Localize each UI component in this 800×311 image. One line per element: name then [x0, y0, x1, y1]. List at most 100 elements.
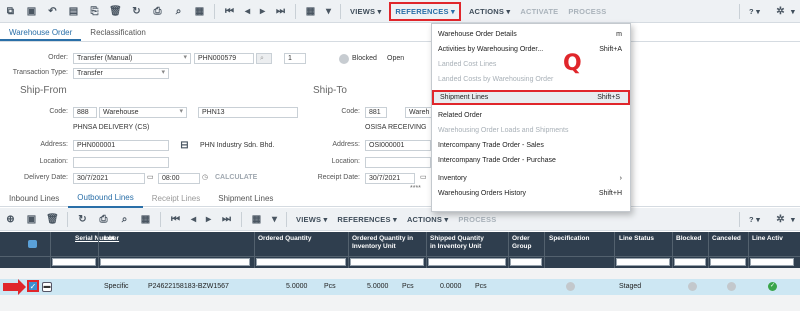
transaction-type-select[interactable]: Transfer	[73, 68, 169, 79]
col-canceled[interactable]: Canceled	[712, 235, 741, 243]
col-specification[interactable]: Specification	[549, 235, 589, 243]
calendar-icon[interactable]: ▦	[303, 4, 318, 19]
receipt-date-field[interactable]: 30/7/2021	[365, 173, 415, 184]
ship-to-code-field[interactable]: 881	[365, 107, 387, 118]
first-record-icon[interactable]: ⏮	[222, 4, 237, 19]
ship-from-type-select[interactable]: Warehouse	[99, 107, 187, 118]
ship-from-address-field[interactable]: PHN000001	[73, 140, 169, 151]
attachment-icon[interactable]: ▦	[138, 212, 153, 227]
filter-input[interactable]	[710, 258, 746, 266]
ship-from-code-field[interactable]: 888	[73, 107, 97, 118]
calendar-picker-icon[interactable]: ▭	[420, 173, 427, 181]
menu-item-warehouse-order-details[interactable]: Warehouse Order Details m	[432, 27, 630, 42]
delete-icon[interactable]: 🗑	[108, 4, 123, 19]
tab-inbound-lines[interactable]: Inbound Lines	[0, 190, 68, 207]
print-icon[interactable]: ⎙	[150, 4, 165, 19]
filter-input[interactable]	[52, 258, 96, 266]
menu-item-shipment-lines[interactable]: Shipment Lines Shift+S	[432, 90, 630, 105]
col-ordered-quantity-inventory[interactable]: Ordered Quantity in Inventory Unit	[352, 235, 420, 251]
filter-input[interactable]	[616, 258, 670, 266]
filter-input[interactable]	[428, 258, 506, 266]
chevron-down-icon[interactable]: ▾	[270, 212, 279, 227]
grid-actions-menu[interactable]: ACTIONS ▾	[407, 215, 448, 224]
tab-shipment-lines[interactable]: Shipment Lines	[209, 190, 282, 207]
calculate-button[interactable]: CALCULATE	[215, 174, 257, 181]
ship-to-address-field[interactable]: OSI000001	[365, 140, 431, 151]
delivery-time-field[interactable]: 08:00	[158, 173, 200, 184]
refresh-icon[interactable]: ↻	[129, 4, 144, 19]
grid-process-button[interactable]: PROCESS	[458, 215, 496, 224]
first-record-icon[interactable]: ⏮	[168, 212, 183, 227]
col-line-status[interactable]: Line Status	[619, 235, 654, 243]
references-menu[interactable]: REFERENCES ▾	[389, 1, 461, 21]
menu-item-related-order[interactable]: Related Order	[432, 108, 630, 123]
process-button[interactable]: PROCESS	[568, 7, 606, 16]
filter-input[interactable]	[100, 258, 250, 266]
tab-outbound-lines[interactable]: Outbound Lines	[68, 189, 143, 208]
filter-input[interactable]	[510, 258, 542, 266]
save-icon[interactable]: ▣	[24, 4, 39, 19]
new-icon[interactable]: ▤	[66, 4, 81, 19]
clock-icon[interactable]: ◷	[202, 173, 208, 181]
ship-from-location-field[interactable]	[73, 157, 169, 168]
col-line-active[interactable]: Line Activ	[752, 235, 783, 243]
views-menu[interactable]: VIEWS ▾	[350, 7, 381, 16]
menu-item-intercompany-trade-order-sales[interactable]: Intercompany Trade Order - Sales	[432, 138, 630, 153]
next-record-icon[interactable]: ▸	[204, 212, 213, 227]
filter-input[interactable]	[350, 258, 424, 266]
last-record-icon[interactable]: ⏭	[219, 212, 234, 227]
search-icon[interactable]: ⌕	[117, 212, 132, 227]
new-line-icon[interactable]: ⊕	[3, 212, 18, 227]
table-row[interactable]: ✓ ▬ Specific P24622158183-BZW1567 5.0000…	[0, 279, 800, 295]
menu-item-inventory[interactable]: Inventory ›	[432, 171, 630, 186]
save-line-icon[interactable]: ▣	[24, 212, 39, 227]
previous-record-icon[interactable]: ◂	[189, 212, 198, 227]
print-icon[interactable]: ⎙	[96, 212, 111, 227]
settings-menu[interactable]: ✲ ▾	[770, 4, 795, 19]
menu-item-landed-cost-lines[interactable]: Landed Cost Lines	[432, 57, 630, 72]
ship-from-warehouse-field[interactable]: PHN13	[198, 107, 298, 118]
menu-item-activities-by-warehousing-order[interactable]: Activities by Warehousing Order... Shift+…	[432, 42, 630, 57]
previous-record-icon[interactable]: ◂	[243, 4, 252, 19]
order-sequence-field[interactable]: 1	[284, 53, 306, 64]
delivery-date-field[interactable]: 30/7/2021	[73, 173, 145, 184]
col-blocked[interactable]: Blocked	[676, 235, 701, 243]
filter-input[interactable]	[674, 258, 706, 266]
refresh-icon[interactable]: ↻	[75, 212, 90, 227]
activate-button[interactable]: ACTIVATE	[520, 7, 558, 16]
grid-views-menu[interactable]: VIEWS ▾	[296, 215, 327, 224]
copy-icon[interactable]: ⎘	[87, 4, 102, 19]
last-record-icon[interactable]: ⏭	[273, 4, 288, 19]
col-order-group[interactable]: Order Group	[512, 235, 536, 251]
delete-line-icon[interactable]: 🗑	[45, 212, 60, 227]
menu-item-warehousing-orders-history[interactable]: Warehousing Orders History Shift+H	[432, 186, 630, 201]
calendar-picker-icon[interactable]: ▭	[147, 173, 154, 181]
order-lookup-icon[interactable]: ⌕	[256, 53, 272, 64]
actions-menu[interactable]: ACTIONS ▾	[469, 7, 510, 16]
menu-item-intercompany-trade-order-purchase[interactable]: Intercompany Trade Order - Purchase	[432, 153, 630, 168]
order-type-select[interactable]: Transfer (Manual)	[73, 53, 191, 64]
grid-settings-menu[interactable]: ✲ ▾	[770, 212, 795, 227]
grid-references-menu[interactable]: REFERENCES ▾	[337, 215, 397, 224]
menu-item-landed-costs-by-warehousing-order[interactable]: Landed Costs by Warehousing Order	[432, 72, 630, 87]
tab-receipt-lines[interactable]: Receipt Lines	[143, 190, 209, 207]
col-shipped-quantity[interactable]: Shipped Quantity in Inventory Unit	[430, 235, 488, 251]
grid-help-menu[interactable]: ? ▾	[749, 215, 760, 224]
chevron-down-icon[interactable]: ▾	[324, 4, 333, 19]
session-icon[interactable]: ⧉	[3, 4, 18, 19]
select-all-checkbox[interactable]	[28, 240, 37, 248]
ship-to-location-field[interactable]	[365, 157, 431, 168]
calendar-icon[interactable]: ▦	[249, 212, 264, 227]
col-lot[interactable]: Lot	[104, 235, 114, 243]
address-card-icon[interactable]: ⊟	[177, 138, 192, 153]
search-icon[interactable]: ⌕	[171, 4, 186, 19]
help-menu[interactable]: ? ▾	[749, 7, 760, 16]
order-number-field[interactable]: PHN000579	[194, 53, 254, 64]
attachment-icon[interactable]: ▦	[192, 4, 207, 19]
tab-reclassification[interactable]: Reclassification	[81, 24, 155, 41]
filter-input[interactable]	[750, 258, 794, 266]
tab-warehouse-order[interactable]: Warehouse Order	[0, 24, 82, 41]
ship-to-type-field[interactable]: Wareh	[405, 107, 432, 118]
next-record-icon[interactable]: ▸	[258, 4, 267, 19]
row-edit-icon[interactable]: ▬	[42, 282, 52, 292]
